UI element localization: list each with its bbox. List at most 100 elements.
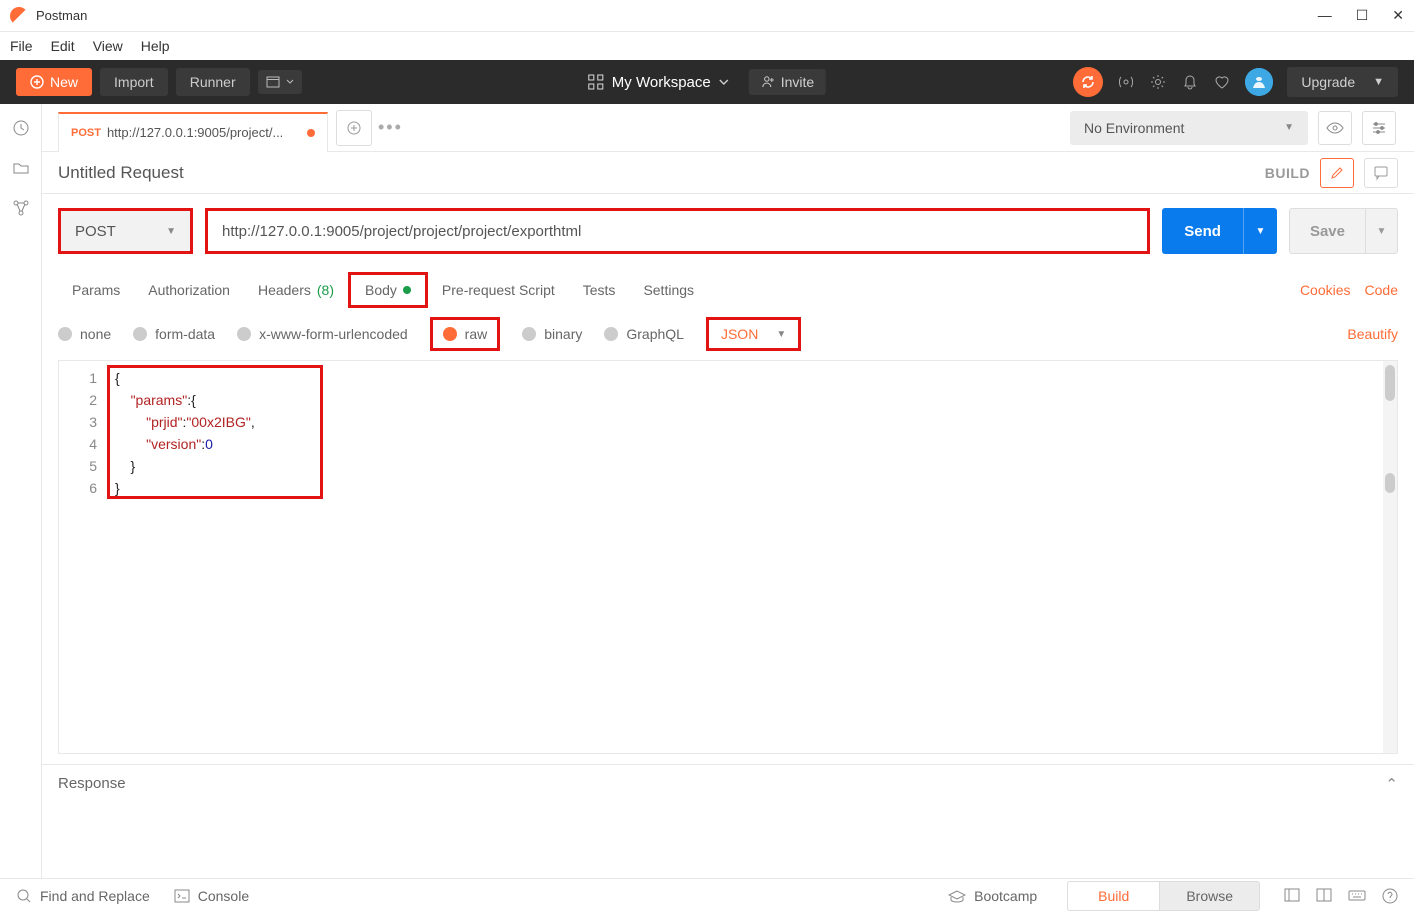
settings-sliders-button[interactable] [1362,111,1396,145]
tab-body[interactable]: Body [348,272,428,308]
folder-icon[interactable] [11,158,31,178]
more-tabs-button[interactable]: ••• [378,117,403,138]
menubar: File Edit View Help [0,32,1414,60]
code-token: "version" [146,436,201,452]
scroll-thumb[interactable] [1385,365,1395,401]
request-tab[interactable]: POST http://127.0.0.1:9005/project/... [58,112,328,152]
satellite-icon[interactable] [1117,73,1135,91]
bootcamp-button[interactable]: Bootcamp [948,888,1037,904]
search-icon [16,888,32,904]
line-number: 3 [59,411,97,433]
tab-settings[interactable]: Settings [629,272,708,308]
postman-logo-icon [10,7,28,25]
help-icon[interactable] [1382,888,1398,904]
runner-button[interactable]: Runner [176,68,250,96]
footer-browse-tab[interactable]: Browse [1159,881,1260,911]
tab-authorization[interactable]: Authorization [134,272,244,308]
bodytype-none[interactable]: none [58,326,111,342]
code-link[interactable]: Code [1365,282,1398,298]
radio-icon [58,327,72,341]
binary-label: binary [544,326,582,342]
find-label: Find and Replace [40,888,150,904]
quick-look-button[interactable] [1318,111,1352,145]
beautify-button[interactable]: Beautify [1347,326,1398,342]
caret-down-icon: ▼ [776,329,786,340]
tab-params[interactable]: Params [58,272,134,308]
menu-view[interactable]: View [93,38,123,54]
new-window-button[interactable] [258,70,302,94]
window-controls: — ☐ ✕ [1318,7,1404,24]
tab-tests[interactable]: Tests [569,272,630,308]
menu-file[interactable]: File [10,38,33,54]
body-label: Body [365,282,397,298]
heart-icon[interactable] [1213,73,1231,91]
save-button[interactable]: Save ▼ [1289,208,1398,254]
new-label: New [50,74,78,90]
footer-build-tab[interactable]: Build [1067,881,1159,911]
code-token: } [115,458,135,474]
bodytype-binary[interactable]: binary [522,326,582,342]
console-button[interactable]: Console [174,888,249,904]
code-area[interactable]: { "params":{ "prjid":"00x2IBG", "version… [107,361,1397,753]
url-input[interactable]: http://127.0.0.1:9005/project/project/pr… [205,208,1150,254]
urlencoded-label: x-www-form-urlencoded [259,326,408,342]
comment-icon [1373,165,1389,181]
layout-single-icon[interactable] [1284,888,1300,902]
gear-icon[interactable] [1149,73,1167,91]
menu-help[interactable]: Help [141,38,170,54]
new-button[interactable]: New [16,68,92,96]
chevron-down-icon [719,77,729,87]
minimize-icon[interactable]: — [1318,7,1332,24]
keyboard-icon[interactable] [1348,888,1366,902]
avatar[interactable] [1245,68,1273,96]
chevron-up-icon[interactable]: ⌃ [1385,775,1398,793]
find-replace-button[interactable]: Find and Replace [16,888,150,904]
send-button[interactable]: Send ▼ [1162,208,1277,254]
bodytype-raw[interactable]: raw [430,317,501,351]
editor-scrollbar[interactable] [1383,361,1397,753]
code-token: "params" [131,392,188,408]
status-bar: Find and Replace Console Bootcamp Build … [0,878,1414,912]
code-token [115,414,146,430]
line-number: 2 [59,389,97,411]
cookies-link[interactable]: Cookies [1300,282,1351,298]
save-caret[interactable]: ▼ [1365,209,1397,253]
body-editor[interactable]: 1 2 3 4 5 6 { "params":{ "prjid":"00x2IB… [58,360,1398,754]
bodytype-graphql[interactable]: GraphQL [604,326,684,342]
menu-edit[interactable]: Edit [51,38,75,54]
request-title-row: Untitled Request BUILD [42,152,1414,194]
tab-url: http://127.0.0.1:9005/project/... [107,125,283,140]
send-caret[interactable]: ▼ [1243,208,1277,254]
code-token: :{ [187,392,196,408]
comment-button[interactable] [1364,158,1398,188]
request-name[interactable]: Untitled Request [58,163,184,183]
layout-split-icon[interactable] [1316,888,1332,902]
build-mode-label[interactable]: BUILD [1265,165,1310,181]
invite-button[interactable]: Invite [749,69,826,95]
response-panel-header[interactable]: Response ⌃ [42,764,1414,802]
add-tab-button[interactable] [336,110,372,146]
upgrade-button[interactable]: Upgrade ▼ [1287,67,1398,97]
raw-format-selector[interactable]: JSON ▼ [706,317,801,351]
scroll-thumb[interactable] [1385,473,1395,493]
sync-button[interactable] [1073,67,1103,97]
bodytype-urlencoded[interactable]: x-www-form-urlencoded [237,326,408,342]
close-icon[interactable]: ✕ [1392,7,1404,24]
environment-label: No Environment [1084,120,1184,136]
history-icon[interactable] [11,118,31,138]
workspace-selector[interactable]: My Workspace [588,74,729,91]
bell-icon[interactable] [1181,73,1199,91]
method-selector[interactable]: POST ▼ [58,208,193,254]
maximize-icon[interactable]: ☐ [1356,7,1369,24]
radio-icon [133,327,147,341]
bodytype-formdata[interactable]: form-data [133,326,215,342]
workspace-label: My Workspace [612,74,711,91]
api-icon[interactable] [11,198,31,218]
send-label: Send [1162,223,1243,240]
edit-button[interactable] [1320,158,1354,188]
environment-selector[interactable]: No Environment ▼ [1070,111,1308,145]
import-button[interactable]: Import [100,68,168,96]
tab-prerequest[interactable]: Pre-request Script [428,272,569,308]
body-type-row: none form-data x-www-form-urlencoded raw… [42,312,1414,356]
tab-headers[interactable]: Headers (8) [244,272,348,308]
